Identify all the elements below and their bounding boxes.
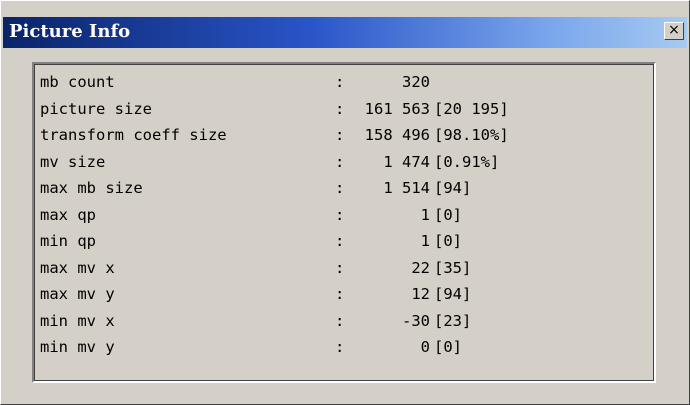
info-row-extra: [94] [434, 285, 472, 303]
info-row-extra: [20 195] [434, 99, 509, 118]
info-row-value: 161 563 [364, 99, 430, 118]
info-row-value: 1 474 [383, 152, 430, 171]
info-row-value: 320 [402, 73, 430, 91]
info-row-separator: : [335, 258, 345, 277]
info-row: min qp: 1 [0] [38, 231, 650, 258]
info-row-separator: : [335, 285, 345, 303]
client-area: mb count:320 picture size:161 563 [20 195]… [3, 48, 687, 402]
info-row-label: min qp [40, 232, 96, 250]
info-row-separator: : [335, 311, 345, 330]
close-button[interactable]: × [664, 22, 684, 40]
info-row: picture size:161 563 [20 195] [38, 99, 650, 126]
info-row-extra: [23] [434, 311, 472, 330]
info-row-value: 12 [411, 285, 430, 303]
info-row: max qp: 1 [0] [38, 205, 650, 232]
info-row-separator: : [335, 338, 345, 356]
info-row-label: max mb size [40, 179, 143, 197]
info-row: min mv y: 0 [0] [38, 337, 650, 364]
info-row-label: max mv x [40, 258, 115, 277]
picture-info-window: Picture Info × mb count: 320 picture size:… [0, 0, 690, 405]
info-row-label: min mv y [40, 338, 115, 356]
info-row-extra: [98.10%] [434, 126, 509, 144]
close-icon: × [668, 22, 680, 38]
info-row: min mv x: -30 [23] [38, 311, 650, 338]
info-row-value: -30 [402, 311, 430, 330]
info-row-label: max qp [40, 205, 96, 224]
info-row: max mb size: 1 514 [94] [38, 178, 650, 205]
info-row: max mv y: 12 [94] [38, 284, 650, 311]
info-row-separator: : [335, 73, 345, 91]
info-row-extra: [0] [434, 232, 462, 250]
info-row-value: 1 [420, 232, 430, 250]
info-row-separator: : [335, 179, 345, 197]
info-row-separator: : [335, 99, 345, 118]
info-row-label: transform coeff size [40, 126, 227, 144]
info-row-separator: : [335, 232, 345, 250]
info-row-label: min mv x [40, 311, 115, 330]
info-rows: mb count:320 picture size:161 563 [20 195]… [38, 72, 650, 364]
info-row-extra: [94] [434, 179, 472, 197]
info-row: max mv x: 22 [35] [38, 258, 650, 285]
info-row-separator: : [335, 205, 345, 224]
info-row-value: 1 [420, 205, 430, 224]
info-row-label: max mv y [40, 285, 115, 303]
info-row-label: picture size [40, 99, 152, 118]
info-row-separator: : [335, 152, 345, 171]
info-row-value: 0 [420, 338, 430, 356]
info-row-extra: [0] [434, 338, 462, 356]
info-row-extra: [35] [434, 258, 472, 277]
info-row-value: 1 514 [383, 179, 430, 197]
info-row-extra: [0.91%] [434, 152, 500, 171]
info-row: mb count: 320 [38, 72, 650, 99]
title-bar[interactable]: Picture Info × [3, 17, 687, 48]
info-row: mv size: 1 474 [0.91%] [38, 152, 650, 179]
window-title: Picture Info [9, 21, 131, 42]
info-row-extra: [0] [434, 205, 462, 224]
info-row: transform coeff size: 158 496 [98.10%] [38, 125, 650, 152]
info-row-label: mv size [40, 152, 106, 171]
info-row-value: 22 [411, 258, 430, 277]
info-row-value: 158 496 [364, 126, 430, 144]
info-row-label: mb count [40, 73, 115, 91]
info-row-separator: : [335, 126, 345, 144]
picture-info-list: mb count:320 picture size:161 563 [20 195]… [32, 62, 656, 383]
